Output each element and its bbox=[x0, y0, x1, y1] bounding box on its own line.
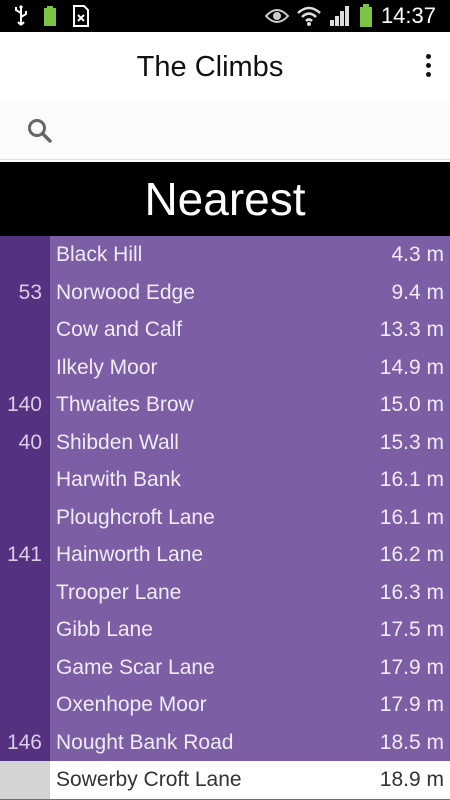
climb-rank: 53 bbox=[0, 273, 50, 311]
climb-name: Nought Bank Road bbox=[56, 730, 234, 754]
status-bar-system: 14:37 bbox=[264, 0, 436, 32]
climb-row-body: Black Hill 4.3 m bbox=[50, 236, 450, 274]
climb-row-body: Nought Bank Road 18.5 m bbox=[50, 723, 450, 761]
sim-error-icon bbox=[73, 5, 89, 27]
clock: 14:37 bbox=[380, 3, 436, 28]
search-input[interactable] bbox=[64, 112, 434, 150]
list-item[interactable]: Black Hill 4.3 m bbox=[0, 236, 450, 274]
climb-rank: 140 bbox=[0, 386, 50, 424]
climb-name: Oxenhope Moor bbox=[56, 693, 207, 716]
climb-row-body: Trooper Lane 16.3 m bbox=[50, 573, 450, 611]
climb-name: Norwood Edge bbox=[56, 280, 195, 304]
app-bar: The Climbs bbox=[0, 32, 450, 102]
climb-distance: 9.4 m bbox=[391, 280, 444, 304]
climb-row-body: Harwith Bank 16.1 m bbox=[50, 461, 450, 499]
climb-row-body: Cow and Calf 13.3 m bbox=[50, 311, 450, 349]
climb-name: Black Hill bbox=[56, 243, 143, 266]
list-item[interactable]: Oxenhope Moor 17.9 m bbox=[0, 686, 450, 724]
climb-rank: 141 bbox=[0, 536, 50, 574]
climb-rank bbox=[0, 461, 50, 499]
climb-row-body: Hainworth Lane 16.2 m bbox=[50, 536, 450, 574]
climb-rank bbox=[0, 236, 50, 274]
climb-distance: 16.1 m bbox=[379, 505, 444, 529]
climb-distance: 18.9 m bbox=[379, 768, 444, 791]
list-item[interactable]: 141 Hainworth Lane 16.2 m bbox=[0, 536, 450, 574]
climb-rank bbox=[0, 573, 50, 611]
climb-name: Thwaites Brow bbox=[56, 393, 194, 416]
climb-name: Cow and Calf bbox=[56, 318, 183, 341]
list-item[interactable]: 146 Nought Bank Road 18.5 m bbox=[0, 723, 450, 761]
climb-distance: 16.3 m bbox=[379, 580, 444, 604]
climb-distance: 16.2 m bbox=[379, 543, 444, 566]
climb-name: Shibden Wall bbox=[56, 430, 179, 454]
list-item[interactable]: Gibb Lane 17.5 m bbox=[0, 611, 450, 649]
climb-list[interactable]: Black Hill 4.3 m 53 Norwood Edge 9.4 m Cow an… bbox=[0, 236, 450, 800]
climb-distance: 15.3 m bbox=[379, 430, 444, 454]
climb-row-body: Thwaites Brow 15.0 m bbox=[50, 386, 450, 424]
climb-name: Gibb Lane bbox=[56, 618, 153, 641]
usb-icon bbox=[15, 5, 27, 26]
section-header: Nearest bbox=[0, 162, 450, 236]
climb-distance: 18.5 m bbox=[379, 730, 444, 754]
climb-row-body: Ilkely Moor 14.9 m bbox=[50, 348, 450, 386]
app-title: The Climbs bbox=[136, 51, 284, 83]
status-bar-notifications bbox=[14, 4, 90, 28]
climb-name: Hainworth Lane bbox=[56, 543, 204, 566]
search-icon[interactable] bbox=[27, 118, 53, 144]
climb-rank bbox=[0, 648, 50, 686]
climb-rank bbox=[0, 761, 50, 799]
climb-row-body: Ploughcroft Lane 16.1 m bbox=[50, 498, 450, 536]
list-item[interactable]: Game Scar Lane 17.9 m bbox=[0, 648, 450, 686]
climb-name: Trooper Lane bbox=[56, 580, 182, 604]
climb-rank: 146 bbox=[0, 723, 50, 761]
signal-icon bbox=[329, 6, 349, 26]
climb-rank bbox=[0, 611, 50, 649]
list-item[interactable]: Sowerby Croft Lane 18.9 m bbox=[0, 761, 450, 799]
wifi-icon bbox=[297, 6, 321, 26]
list-item[interactable]: Trooper Lane 16.3 m bbox=[0, 573, 450, 611]
list-item[interactable]: 40 Shibden Wall 15.3 m bbox=[0, 423, 450, 461]
battery-icon bbox=[359, 4, 372, 27]
overflow-menu-icon[interactable] bbox=[422, 54, 434, 82]
climb-rank bbox=[0, 311, 50, 349]
list-item[interactable]: Ploughcroft Lane 16.1 m bbox=[0, 498, 450, 536]
climb-distance: 16.1 m bbox=[379, 468, 444, 491]
list-item[interactable]: Ilkely Moor 14.9 m bbox=[0, 348, 450, 386]
climb-name: Ploughcroft Lane bbox=[56, 505, 215, 529]
climb-row-body: Oxenhope Moor 17.9 m bbox=[50, 686, 450, 724]
climb-rank bbox=[0, 686, 50, 724]
climb-row-body: Game Scar Lane 17.9 m bbox=[50, 648, 450, 686]
climb-name: Game Scar Lane bbox=[56, 655, 215, 679]
climb-rank: 40 bbox=[0, 423, 50, 461]
search-bar bbox=[0, 102, 450, 160]
climb-distance: 17.5 m bbox=[379, 618, 444, 641]
climb-rank bbox=[0, 348, 50, 386]
climb-distance: 13.3 m bbox=[379, 318, 444, 341]
climb-row-body: Gibb Lane 17.5 m bbox=[50, 611, 450, 649]
battery-full-icon bbox=[44, 6, 56, 26]
climb-distance: 14.9 m bbox=[379, 355, 444, 379]
climb-name: Harwith Bank bbox=[56, 468, 181, 491]
climb-distance: 17.9 m bbox=[379, 655, 444, 679]
list-item[interactable]: Cow and Calf 13.3 m bbox=[0, 311, 450, 349]
climb-name: Sowerby Croft Lane bbox=[56, 768, 242, 791]
list-item[interactable]: Harwith Bank 16.1 m bbox=[0, 461, 450, 499]
climb-row-body: Shibden Wall 15.3 m bbox=[50, 423, 450, 461]
climb-distance: 17.9 m bbox=[379, 693, 444, 716]
eye-icon bbox=[264, 9, 289, 23]
list-item[interactable]: 53 Norwood Edge 9.4 m bbox=[0, 273, 450, 311]
climb-distance: 15.0 m bbox=[379, 393, 444, 416]
climb-distance: 4.3 m bbox=[391, 243, 444, 266]
climb-name: Ilkely Moor bbox=[56, 355, 158, 379]
climb-rank bbox=[0, 498, 50, 536]
climb-row-body: Sowerby Croft Lane 18.9 m bbox=[50, 761, 450, 799]
status-bar: 14:37 bbox=[0, 0, 450, 32]
list-item[interactable]: 140 Thwaites Brow 15.0 m bbox=[0, 386, 450, 424]
climb-row-body: Norwood Edge 9.4 m bbox=[50, 273, 450, 311]
